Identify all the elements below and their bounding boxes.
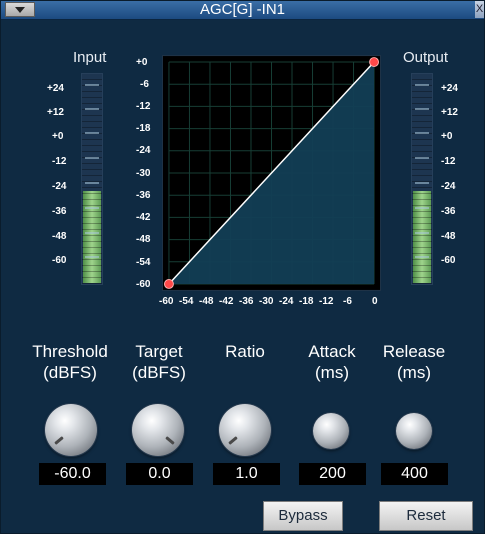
threshold-label: Threshold (dBFS): [32, 342, 108, 382]
input-tick: -36: [52, 206, 67, 217]
graph-y-tick: -30: [136, 168, 151, 179]
meter-tick-mark: [415, 108, 429, 110]
graph-x-tick: -6: [343, 296, 352, 307]
input-level-meter: [81, 73, 103, 285]
graph-x-tick: -30: [259, 296, 274, 307]
curve-control-point[interactable]: [163, 279, 174, 289]
graph-x-tick: -18: [299, 296, 314, 307]
meter-tick-mark: [85, 207, 99, 209]
meter-tick-mark: [415, 256, 429, 258]
graph-y-tick: -18: [136, 123, 151, 134]
graph-y-tick: -48: [136, 234, 151, 245]
meter-tick-mark: [415, 132, 429, 134]
attack-label: Attack (ms): [308, 342, 356, 382]
ratio-value[interactable]: 1.0: [213, 463, 280, 485]
meter-tick-mark: [85, 182, 99, 184]
agc-window: AGC[G] -IN1 X Input +24 +12 +0 -12 -24 -…: [0, 0, 485, 534]
meter-tick-mark: [85, 84, 99, 86]
input-meter-label: Input: [73, 49, 107, 66]
graph-x-tick: -42: [219, 296, 234, 307]
knob-pointer: [228, 436, 238, 445]
meter-tick-mark: [415, 182, 429, 184]
curve-control-point[interactable]: [369, 57, 380, 67]
attack-value[interactable]: 200: [299, 463, 366, 485]
target-knob[interactable]: [132, 404, 184, 456]
graph-y-tick: +0: [136, 57, 148, 68]
meter-tick-mark: [415, 84, 429, 86]
output-tick: +24: [441, 83, 458, 94]
release-label: Release (ms): [382, 342, 446, 382]
meter-tick-mark: [85, 132, 99, 134]
graph-x-tick: -60: [159, 296, 174, 307]
knob-pointer: [165, 436, 175, 445]
graph-x-tick: -48: [199, 296, 214, 307]
release-knob[interactable]: [396, 413, 432, 449]
output-level-meter: [411, 73, 433, 285]
graph-y-tick: -6: [140, 79, 149, 90]
output-tick: +0: [441, 131, 453, 142]
threshold-knob[interactable]: [45, 404, 97, 456]
graph-x-tick: -24: [279, 296, 294, 307]
bypass-button[interactable]: Bypass: [263, 501, 343, 531]
window-title: AGC[G] -IN1: [199, 1, 285, 18]
ratio-label: Ratio: [225, 342, 265, 361]
meter-tick-mark: [415, 157, 429, 159]
output-tick: -36: [441, 206, 456, 217]
graph-x-tick: -36: [239, 296, 254, 307]
output-meter-label: Output: [403, 49, 449, 66]
meter-tick-mark: [85, 108, 99, 110]
reset-button[interactable]: Reset: [379, 501, 473, 531]
graph-y-tick: -12: [136, 101, 151, 112]
transfer-curve-graph[interactable]: [162, 55, 381, 291]
title-bar[interactable]: AGC[G] -IN1 X: [1, 1, 484, 20]
meter-tick-mark: [85, 256, 99, 258]
meter-tick-mark: [85, 232, 99, 234]
graph-x-tick: -54: [179, 296, 194, 307]
graph-y-tick: -24: [136, 145, 151, 156]
meter-tick-mark: [415, 232, 429, 234]
release-value[interactable]: 400: [381, 463, 448, 485]
output-tick: -24: [441, 181, 456, 192]
output-meter-segments: [412, 74, 432, 284]
input-tick: -12: [52, 156, 67, 167]
graph-y-tick: -54: [136, 257, 151, 268]
input-tick: +24: [47, 83, 64, 94]
graph-x-tick: 0: [372, 296, 378, 307]
graph-x-tick: -12: [319, 296, 334, 307]
graph-y-tick: -60: [136, 279, 151, 290]
target-value[interactable]: 0.0: [126, 463, 193, 485]
input-tick: -24: [52, 181, 67, 192]
input-tick: +0: [52, 131, 64, 142]
input-meter-segments: [82, 74, 102, 284]
target-label: Target (dBFS): [132, 342, 186, 382]
output-tick: +12: [441, 107, 458, 118]
graph-y-tick: -36: [136, 190, 151, 201]
output-tick: -12: [441, 156, 456, 167]
output-tick: -60: [441, 255, 456, 266]
threshold-value[interactable]: -60.0: [39, 463, 106, 485]
input-tick: +12: [47, 107, 64, 118]
meter-tick-mark: [85, 157, 99, 159]
graph-y-tick: -42: [136, 212, 151, 223]
knob-pointer: [54, 436, 64, 445]
input-tick: -48: [52, 231, 67, 242]
input-tick: -60: [52, 255, 67, 266]
meter-tick-mark: [415, 207, 429, 209]
attack-knob[interactable]: [313, 413, 349, 449]
output-tick: -48: [441, 231, 456, 242]
ratio-knob[interactable]: [219, 404, 271, 456]
close-button[interactable]: X: [475, 1, 484, 18]
